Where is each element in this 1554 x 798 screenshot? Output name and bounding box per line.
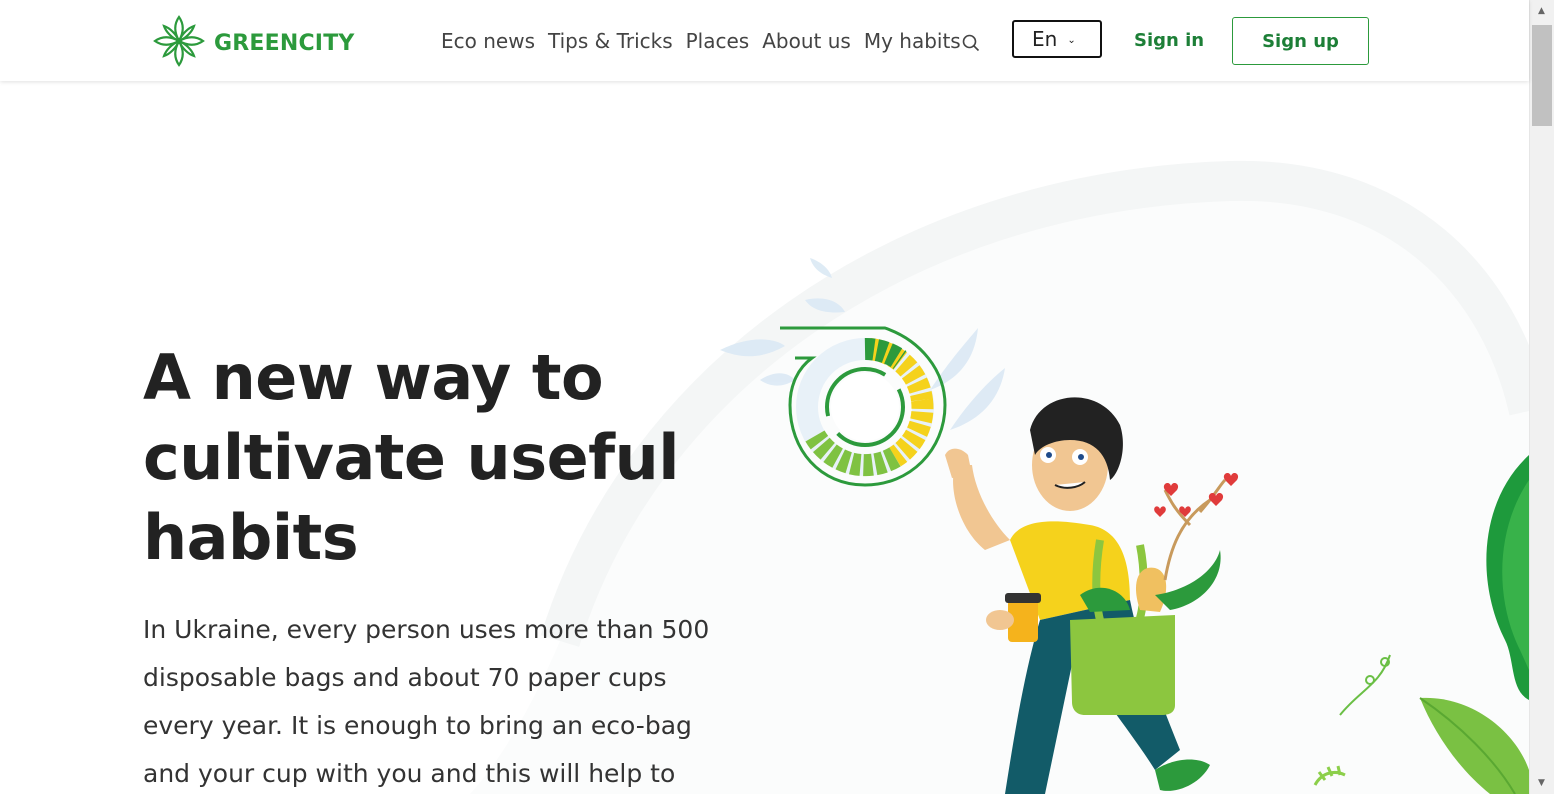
nav-tips-tricks[interactable]: Tips & Tricks [548, 29, 673, 53]
scroll-thumb[interactable] [1532, 25, 1552, 126]
chevron-down-icon: ⌄ [1067, 34, 1076, 46]
logo-text: GREENCITY [214, 30, 355, 56]
leaf-logo-icon [152, 14, 206, 72]
plant-decoration [1313, 455, 1529, 794]
habit-illustration [720, 258, 1239, 794]
nav-eco-news[interactable]: Eco news [441, 29, 535, 53]
main-nav: Eco news Tips & Tricks Places About us M… [441, 29, 961, 53]
nav-about-us[interactable]: About us [762, 29, 851, 53]
language-select[interactable]: En ⌄ [1012, 20, 1102, 58]
nav-places[interactable]: Places [686, 29, 750, 53]
hero-text: In Ukraine, every person uses more than … [143, 615, 710, 788]
language-value: En [1032, 27, 1058, 51]
scroll-up-arrow-icon[interactable]: ▲ [1538, 6, 1545, 16]
logo[interactable]: GREENCITY [152, 14, 355, 72]
sign-up-button[interactable]: Sign up [1232, 17, 1369, 65]
vertical-scrollbar[interactable]: ▲ ▼ [1529, 0, 1554, 794]
hero-title: A new way to cultivate useful habits [143, 341, 680, 574]
site-header: GREENCITY Eco news Tips & Tricks Places … [0, 0, 1529, 81]
scroll-down-arrow-icon[interactable]: ▼ [1538, 778, 1545, 788]
nav-my-habits[interactable]: My habits [864, 29, 961, 53]
sign-in-link[interactable]: Sign in [1134, 30, 1204, 51]
search-icon[interactable] [962, 34, 980, 56]
